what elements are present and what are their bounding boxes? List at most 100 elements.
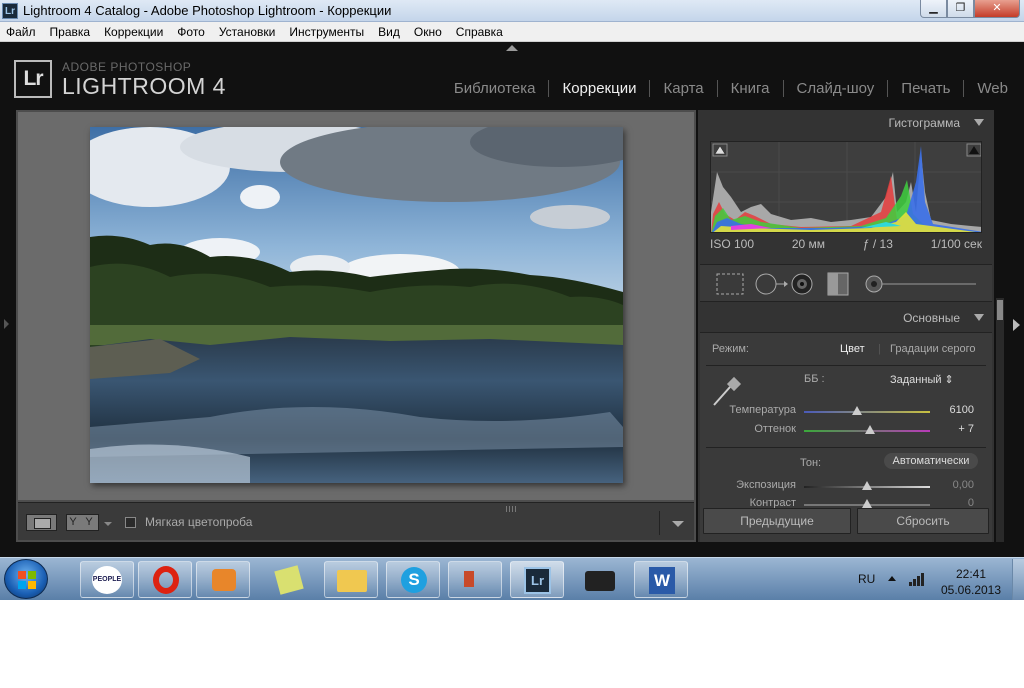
focal-length-value: 20 мм <box>791 237 826 251</box>
opera-icon <box>153 566 179 594</box>
module-book[interactable]: Книга <box>731 80 770 97</box>
temperature-slider-thumb[interactable] <box>851 406 862 415</box>
taskbar-opera[interactable] <box>138 561 192 598</box>
menu-item-window[interactable]: Окно <box>414 25 442 39</box>
taskbar-explorer[interactable] <box>324 561 378 598</box>
taskbar-camera[interactable] <box>572 561 626 598</box>
clock-date: 05.06.2013 <box>940 583 1002 597</box>
histogram-header[interactable]: Гистограмма <box>698 116 994 134</box>
soft-proof-checkbox[interactable] <box>125 517 136 528</box>
image-view-area: Y Y Мягкая цветопроба <box>16 110 696 542</box>
right-panel-scrollbar[interactable] <box>996 298 1004 542</box>
soft-proof-label: Мягкая цветопроба <box>145 515 253 529</box>
taskbar-people[interactable]: PEOPLE <box>80 561 134 598</box>
minimize-button[interactable]: ▁ <box>920 0 947 18</box>
contrast-slider-thumb[interactable] <box>862 499 872 508</box>
tray-overflow-icon[interactable] <box>888 576 896 581</box>
wb-preset-select[interactable]: Заданный ⇕ <box>890 373 954 386</box>
module-library[interactable]: Библиотека <box>454 80 536 97</box>
network-icon[interactable] <box>908 572 926 586</box>
contrast-slider[interactable] <box>804 499 930 508</box>
temperature-slider[interactable] <box>804 406 930 415</box>
tint-value[interactable]: + 7 <box>958 423 974 435</box>
landscape-photo <box>90 127 623 483</box>
divider <box>706 365 986 366</box>
toolbar-separator <box>659 511 660 535</box>
taskbar-lightroom[interactable]: Lr <box>510 561 564 598</box>
scrollbar-thumb[interactable] <box>997 300 1003 320</box>
auto-tone-button[interactable]: Автоматически <box>884 453 978 469</box>
top-panel-toggle-icon[interactable] <box>506 45 518 51</box>
menu-item-help[interactable]: Справка <box>456 25 503 39</box>
restore-button[interactable]: ❐ <box>947 0 974 18</box>
collapse-triangle-icon[interactable] <box>974 119 984 126</box>
menu-item-develop[interactable]: Коррекции <box>104 25 163 39</box>
tint-label: Оттенок <box>754 423 796 435</box>
right-panel: Гистограмма ISO 100 20 мм ƒ / 13 1/100 с… <box>698 110 994 542</box>
exposure-slider[interactable] <box>804 481 930 490</box>
folder-icon <box>337 570 367 592</box>
left-panel-toggle-icon[interactable] <box>4 319 9 329</box>
menu-item-photo[interactable]: Фото <box>177 25 205 39</box>
module-separator <box>963 80 965 97</box>
lightroom-icon: Lr <box>524 567 551 594</box>
exposure-slider-thumb[interactable] <box>862 481 872 490</box>
histogram-title: Гистограмма <box>888 116 960 130</box>
taskbar-word[interactable]: W <box>634 561 688 598</box>
module-separator <box>887 80 889 97</box>
module-map[interactable]: Карта <box>663 80 703 97</box>
menu-item-settings[interactable]: Установки <box>219 25 275 39</box>
exposure-value[interactable]: 0,00 <box>953 479 974 491</box>
spot-removal-icon[interactable] <box>755 273 788 295</box>
before-after-button[interactable]: Y Y <box>66 514 99 531</box>
tint-slider[interactable] <box>804 425 930 434</box>
menu-item-edit[interactable]: Правка <box>50 25 91 39</box>
menu-item-file[interactable]: Файл <box>6 25 36 39</box>
treatment-bw-option[interactable]: Градации серого <box>890 343 976 355</box>
close-button[interactable]: ✕ <box>974 0 1020 18</box>
word-icon: W <box>649 567 675 594</box>
clock[interactable]: 22:41 05.06.2013 <box>940 566 1002 598</box>
taskbar-media-player[interactable] <box>196 561 250 598</box>
language-indicator[interactable]: RU <box>858 572 875 586</box>
shutter-value: 1/100 сек <box>930 237 982 251</box>
red-eye-icon[interactable] <box>791 273 813 295</box>
temperature-value[interactable]: 6100 <box>950 404 974 416</box>
taskbar-volume[interactable] <box>448 561 502 598</box>
treatment-row: Режим: Цвет | Градации серого <box>700 343 992 359</box>
adjustment-brush-icon[interactable] <box>865 275 976 293</box>
skype-icon: S <box>401 567 427 593</box>
show-desktop-button[interactable] <box>1012 559 1024 600</box>
tool-icons <box>716 272 976 296</box>
module-separator <box>782 80 784 97</box>
window-title: Lightroom 4 Catalog - Adobe Photoshop Li… <box>23 3 392 18</box>
module-slideshow[interactable]: Слайд-шоу <box>797 80 875 97</box>
module-web[interactable]: Web <box>977 80 1008 97</box>
menu-item-tools[interactable]: Инструменты <box>289 25 364 39</box>
start-button[interactable] <box>4 559 48 599</box>
module-separator <box>716 80 718 97</box>
photo-preview[interactable] <box>90 127 623 483</box>
menu-item-view[interactable]: Вид <box>378 25 400 39</box>
crop-tool-icon[interactable] <box>716 273 744 295</box>
treatment-color-option[interactable]: Цвет <box>840 343 865 355</box>
loupe-view-button[interactable] <box>26 514 57 531</box>
taskbar-sticky-notes[interactable] <box>262 561 316 598</box>
collapse-triangle-icon[interactable] <box>974 314 984 321</box>
module-develop[interactable]: Коррекции <box>562 80 636 97</box>
before-after-caret-icon[interactable] <box>104 522 112 526</box>
exif-info: ISO 100 20 мм ƒ / 13 1/100 сек <box>710 237 982 251</box>
toolbar-menu-arrow-icon[interactable] <box>672 521 684 527</box>
module-print[interactable]: Печать <box>901 80 950 97</box>
taskbar-skype[interactable]: S <box>386 561 440 598</box>
tool-strip <box>700 264 992 302</box>
tint-slider-thumb[interactable] <box>864 425 875 434</box>
wb-label: ББ : <box>804 373 825 385</box>
graduated-filter-icon[interactable] <box>827 272 849 296</box>
previous-button[interactable]: Предыдущие <box>703 508 851 534</box>
basic-header[interactable]: Основные <box>698 311 994 329</box>
reset-button[interactable]: Сбросить <box>857 508 989 534</box>
filmstrip-toggle-icon[interactable] <box>506 506 518 512</box>
module-picker: Библиотека Коррекции Карта Книга Слайд-ш… <box>454 80 1008 97</box>
right-panel-toggle-icon[interactable] <box>1013 319 1020 331</box>
